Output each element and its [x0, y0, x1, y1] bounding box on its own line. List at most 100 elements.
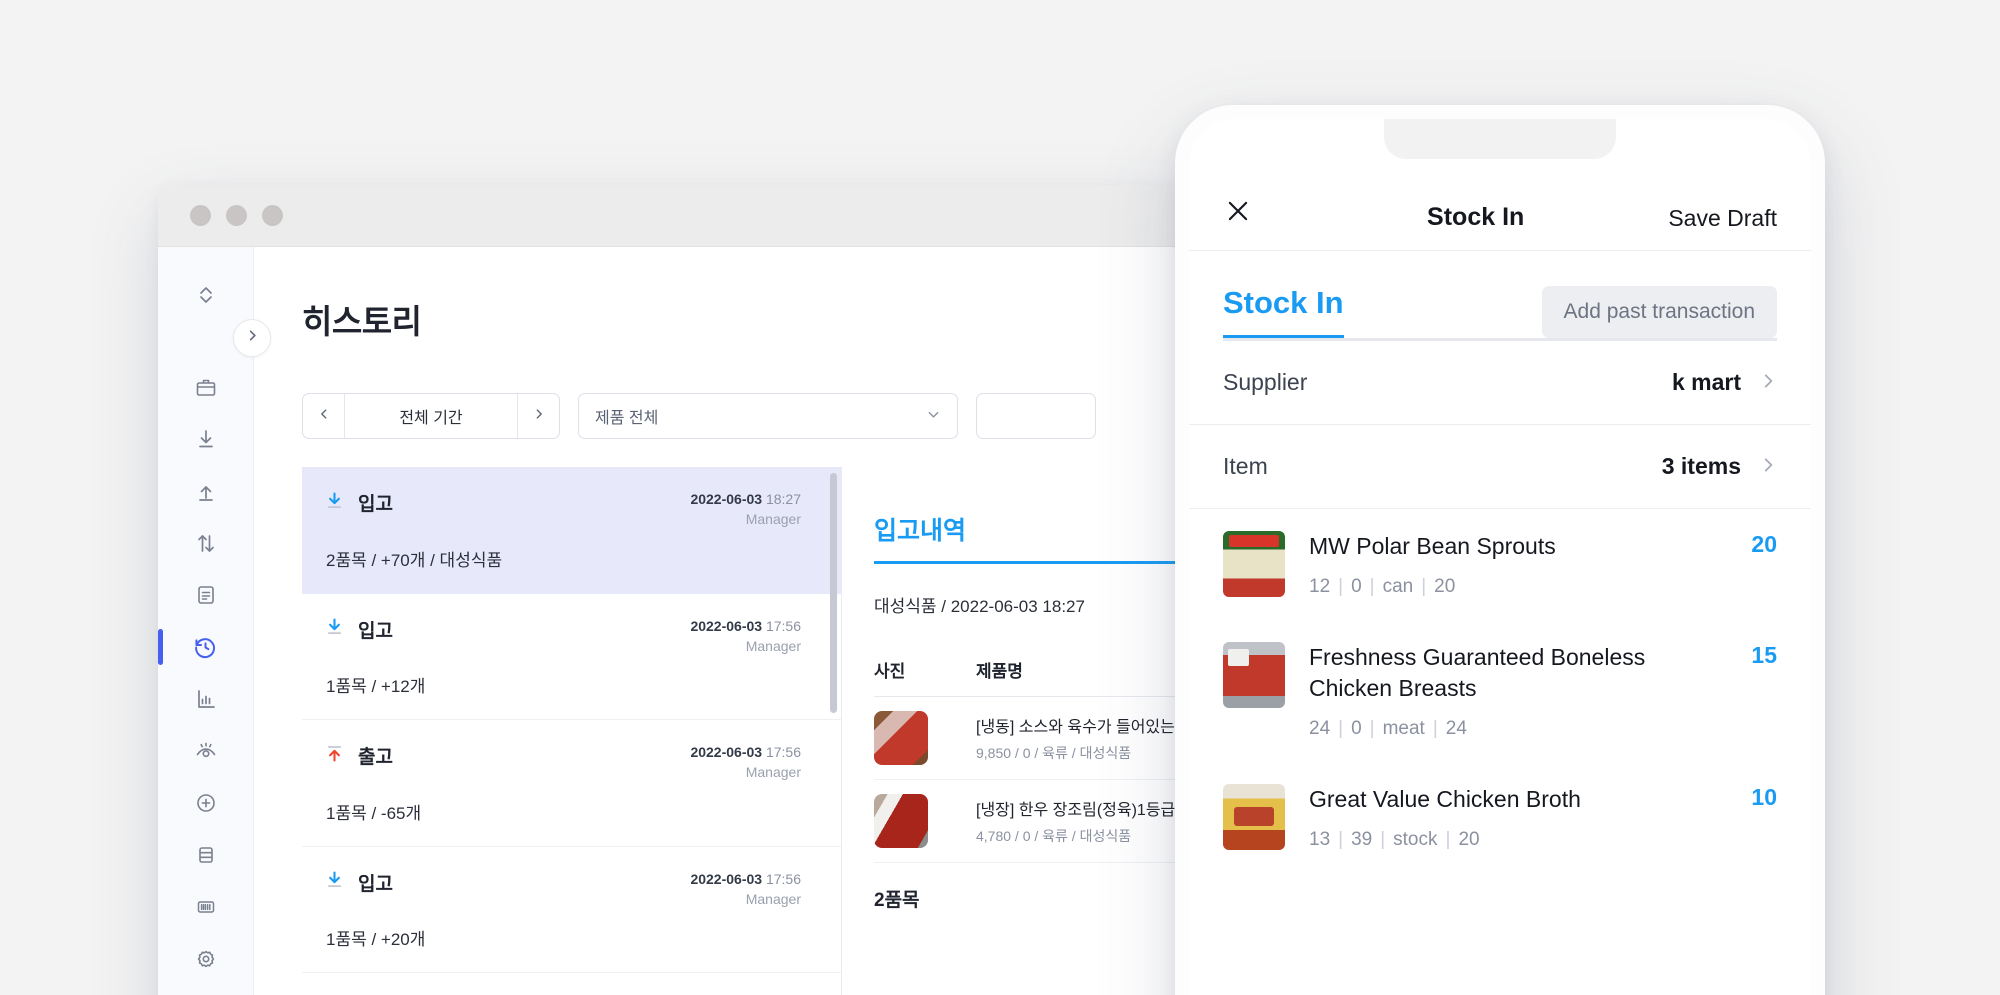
tab-stock-in[interactable]: Stock In	[1223, 285, 1344, 338]
history-item-date: 2022-06-03 17:56	[690, 742, 801, 762]
list-item[interactable]: MW Polar Bean Sprouts 12|0|can|20 20	[1189, 509, 1811, 620]
history-item-user: Manager	[690, 762, 801, 782]
sidebar-item-product[interactable]	[158, 361, 254, 413]
mobile-screen: Stock In Save Draft Stock In Add past tr…	[1189, 119, 1811, 995]
period-prev-button[interactable]	[303, 394, 345, 438]
history-item-kind: 입고	[358, 616, 393, 643]
detail-total-count: 2품목	[874, 885, 1188, 912]
history-item-kind: 입고	[358, 869, 393, 896]
item-label: Item	[1223, 453, 1268, 480]
add-past-transaction-button[interactable]: Add past transaction	[1542, 286, 1777, 338]
filter-toolbar: 전체 기간 제품 전체	[302, 393, 1188, 439]
mobile-tab-row: Stock In Add past transaction	[1189, 251, 1811, 338]
item-name: MW Polar Bean Sprouts	[1309, 531, 1713, 562]
database-rows-icon	[194, 843, 218, 867]
history-item-summary: 1품목 / +20개	[326, 925, 801, 950]
history-list-item[interactable]: 입고 2022-06-03 17:56 Manager 1품목 / +12개	[302, 594, 841, 721]
history-item-date: 2022-06-03 17:56	[690, 616, 801, 636]
stock-in-arrow-icon	[324, 869, 345, 895]
period-picker[interactable]: 전체 기간	[302, 393, 560, 439]
transaction-detail-panel: 입고내역 대성식품 / 2022-06-03 18:27 사진 제품명	[842, 467, 1188, 995]
extra-filter-select[interactable]	[976, 393, 1096, 439]
product-meta: 4,780 / 0 / 육류 / 대성식품	[976, 826, 1175, 846]
eye-icon	[194, 739, 218, 763]
sidebar-item-barcode[interactable]	[158, 881, 254, 933]
document-lines-icon	[194, 583, 218, 607]
product-filter-select[interactable]: 제품 전체	[578, 393, 958, 439]
desktop-app-window: 히스토리 전체 기간	[158, 185, 1188, 995]
window-close-button[interactable]	[190, 205, 211, 226]
product-thumbnail	[874, 711, 928, 765]
mobile-device-frame: Stock In Save Draft Stock In Add past tr…	[1175, 105, 1825, 995]
product-thumbnail	[874, 794, 928, 848]
chevron-right-icon	[532, 406, 546, 426]
detail-title-underline	[874, 561, 1188, 564]
window-minimize-button[interactable]	[226, 205, 247, 226]
sidebar-item-analytics[interactable]	[158, 673, 254, 725]
table-row[interactable]: [냉장] 한우 장조림(정육)1등급 4,780 / 0 / 육류 / 대성식품	[874, 780, 1188, 863]
item-field-row[interactable]: Item 3 items	[1189, 425, 1811, 509]
supplier-value: k mart	[1672, 369, 1741, 396]
sidebar-item-documents[interactable]	[158, 569, 254, 621]
item-thumbnail	[1223, 642, 1285, 708]
history-item-user: Manager	[690, 889, 801, 909]
product-meta: 9,850 / 0 / 육류 / 대성식품	[976, 743, 1175, 763]
sidebar-icon-rail	[158, 247, 254, 995]
sidebar-item-stock-out[interactable]	[158, 465, 254, 517]
window-maximize-button[interactable]	[262, 205, 283, 226]
history-item-kind: 입고	[358, 489, 393, 516]
list-item[interactable]: Great Value Chicken Broth 13|39|stock|20…	[1189, 762, 1811, 873]
history-item-user: Manager	[690, 509, 801, 529]
chevron-right-icon	[1759, 454, 1777, 480]
history-list[interactable]: 입고 2022-06-03 18:27 Manager 2품목 / +70개 /…	[302, 467, 842, 995]
item-quantity: 10	[1737, 784, 1777, 811]
detail-title: 입고내역	[874, 511, 966, 559]
supplier-field-row[interactable]: Supplier k mart	[1189, 341, 1811, 425]
chevron-right-icon	[1759, 370, 1777, 396]
item-thumbnail	[1223, 784, 1285, 850]
screenshot-stage: 히스토리 전체 기간	[0, 0, 2000, 995]
sidebar-item-stock-in[interactable]	[158, 413, 254, 465]
sidebar-expand-button[interactable]	[233, 319, 271, 357]
history-list-scrollbar[interactable]	[830, 473, 837, 713]
column-header-photo: 사진	[874, 657, 928, 682]
history-item-date: 2022-06-03 18:27	[690, 489, 801, 509]
close-x-icon[interactable]	[1223, 196, 1283, 232]
sidebar-item-history[interactable]	[158, 621, 254, 673]
sidebar-item-database[interactable]	[158, 829, 254, 881]
period-label: 전체 기간	[345, 394, 517, 438]
column-header-product-name: 제품명	[976, 657, 1023, 682]
gear-icon	[194, 947, 218, 971]
item-meta: 24|0|meat|24	[1309, 718, 1713, 740]
history-list-item[interactable]: 입고 2022-06-03 18:27 Manager 2품목 / +70개 /…	[302, 467, 841, 594]
mobile-screen-title: Stock In	[1427, 203, 1524, 232]
plus-circle-icon	[194, 791, 218, 815]
sidebar-item-watch[interactable]	[158, 725, 254, 777]
history-item-summary: 1품목 / -65개	[326, 799, 801, 824]
box-icon	[194, 375, 218, 399]
save-draft-button[interactable]: Save Draft	[1668, 205, 1777, 232]
sidebar-item-add[interactable]	[158, 777, 254, 829]
history-item-summary: 1품목 / +12개	[326, 672, 801, 697]
table-row[interactable]: [냉동] 소스와 육수가 들어있는 9,850 / 0 / 육류 / 대성식품	[874, 697, 1188, 780]
sidebar-item-settings[interactable]	[158, 933, 254, 985]
chevron-right-icon	[245, 328, 260, 348]
history-list-item[interactable]: 출고 2022-06-03 17:56 Manager 1품목 / -65개	[302, 720, 841, 847]
history-item-kind: 출고	[358, 742, 393, 769]
stock-in-arrow-icon	[324, 490, 345, 516]
product-name: [냉동] 소스와 육수가 들어있는	[976, 713, 1175, 737]
period-next-button[interactable]	[517, 394, 559, 438]
list-item[interactable]: Freshness Guaranteed Boneless Chicken Br…	[1189, 620, 1811, 762]
bar-chart-icon	[194, 687, 218, 711]
sidebar-item-collapse-expand[interactable]	[158, 269, 254, 321]
arrows-up-down-icon	[194, 531, 218, 555]
product-name: [냉장] 한우 장조림(정육)1등급	[976, 796, 1175, 820]
sidebar-item-transfer[interactable]	[158, 517, 254, 569]
stock-out-arrow-icon	[324, 743, 345, 769]
chevron-left-icon	[317, 406, 331, 426]
chevron-down-icon	[926, 407, 941, 425]
device-notch	[1384, 119, 1616, 159]
window-titlebar	[158, 185, 1188, 247]
item-name: Great Value Chicken Broth	[1309, 784, 1713, 815]
history-list-item[interactable]: 입고 2022-06-03 17:56 Manager 1품목 / +20개	[302, 847, 841, 974]
